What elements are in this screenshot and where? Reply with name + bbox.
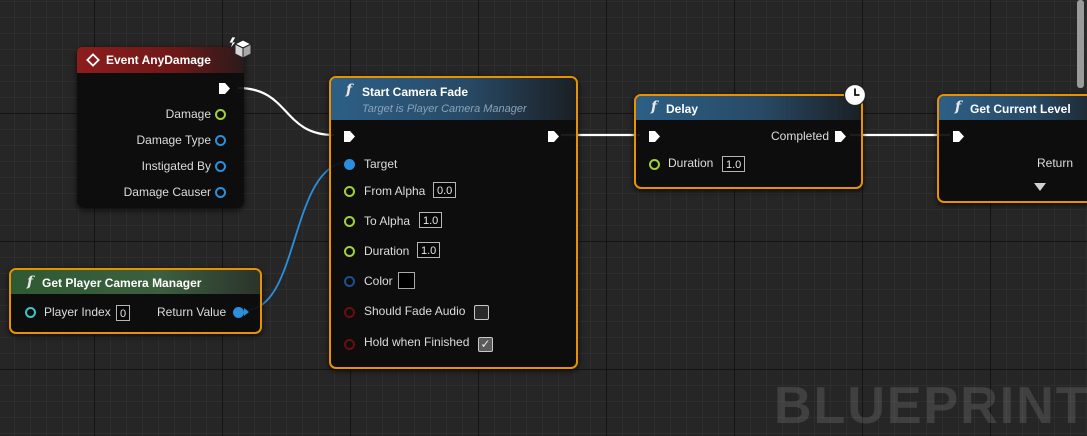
- function-icon: f: [955, 99, 962, 115]
- fade-node-subtitle: Target is Player Camera Manager: [362, 103, 527, 115]
- level-return-label: Return: [1037, 156, 1074, 170]
- from-alpha-label: From Alpha: [364, 184, 426, 198]
- advanced-pins-arrow-icon[interactable]: [1034, 183, 1046, 191]
- return-value-pin[interactable]: [233, 307, 244, 318]
- should-fade-audio-pin[interactable]: [344, 307, 355, 318]
- pin-arrow-icon: [244, 308, 249, 316]
- vertical-scrollbar[interactable]: [1077, 0, 1084, 88]
- target-pin[interactable]: [344, 159, 355, 170]
- damage-pin[interactable]: [215, 109, 226, 120]
- delay-node[interactable]: f Delay Completed Duration 1.0: [634, 94, 863, 189]
- instigated-by-label: Instigated By: [141, 159, 211, 173]
- clock-icon: [843, 83, 867, 107]
- function-icon: f: [651, 99, 658, 115]
- event-exec-output-pin[interactable]: [218, 82, 231, 95]
- hold-when-finished-pin[interactable]: [344, 339, 355, 350]
- fade-exec-input-pin[interactable]: [343, 130, 356, 143]
- fade-node-title: Start Camera Fade: [362, 85, 469, 99]
- replicate-cube-icon: [228, 36, 253, 59]
- player-index-pin[interactable]: [25, 307, 36, 318]
- color-pin[interactable]: [344, 276, 355, 287]
- delay-duration-label: Duration: [668, 156, 714, 170]
- level-exec-input-pin[interactable]: [952, 130, 965, 143]
- fade-exec-output-pin[interactable]: [547, 130, 560, 143]
- delay-duration-pin[interactable]: [649, 159, 660, 170]
- event-icon: [86, 53, 100, 67]
- instigated-by-pin[interactable]: [215, 161, 226, 172]
- should-fade-audio-label: Should Fade Audio: [364, 304, 466, 318]
- to-alpha-field[interactable]: 1.0: [419, 212, 443, 228]
- get-current-level-node[interactable]: f Get Current Level Return: [937, 94, 1087, 203]
- hold-when-finished-label: Hold when Finished: [364, 335, 470, 349]
- target-label: Target: [364, 157, 398, 171]
- to-alpha-label: To Alpha: [364, 214, 411, 228]
- delay-exec-input-pin[interactable]: [648, 130, 661, 143]
- from-alpha-pin[interactable]: [344, 186, 355, 197]
- damage-label: Damage: [165, 107, 211, 121]
- player-index-field[interactable]: 0: [116, 305, 131, 321]
- completed-label: Completed: [771, 129, 830, 143]
- start-camera-fade-node[interactable]: f Start Camera Fade Target is Player Cam…: [329, 76, 578, 369]
- return-value-label: Return Value: [157, 305, 227, 319]
- damage-causer-pin[interactable]: [215, 187, 226, 198]
- duration-pin[interactable]: [344, 246, 355, 257]
- exec-wire-event-to-fade: [237, 86, 335, 137]
- delay-duration-field[interactable]: 1.0: [722, 156, 746, 172]
- level-node-title: Get Current Level: [970, 102, 1071, 116]
- color-label: Color: [364, 274, 393, 288]
- damage-type-label: Damage Type: [136, 133, 212, 147]
- color-swatch[interactable]: [398, 272, 415, 289]
- function-icon: f: [346, 82, 353, 98]
- duration-field[interactable]: 1.0: [417, 242, 441, 258]
- should-fade-audio-checkbox[interactable]: [474, 305, 489, 320]
- event-node-title: Event AnyDamage: [106, 53, 211, 67]
- hold-when-finished-checkbox[interactable]: ✓: [478, 337, 493, 352]
- event-anydamage-node[interactable]: Event AnyDamage Damage Damage Type Insti…: [77, 47, 244, 208]
- damage-causer-label: Damage Causer: [123, 185, 211, 199]
- damage-type-pin[interactable]: [215, 135, 226, 146]
- completed-exec-output-pin[interactable]: [834, 130, 847, 143]
- blueprint-watermark: BLUEPRINT: [774, 377, 1087, 435]
- from-alpha-field[interactable]: 0.0: [433, 182, 457, 198]
- duration-label: Duration: [364, 244, 410, 258]
- to-alpha-pin[interactable]: [344, 216, 355, 227]
- camera-manager-node-title: Get Player Camera Manager: [42, 276, 202, 290]
- delay-node-title: Delay: [666, 102, 699, 116]
- function-icon: f: [27, 274, 34, 290]
- player-index-label: Player Index: [44, 305, 111, 319]
- get-player-camera-manager-node[interactable]: f Get Player Camera Manager Player Index…: [9, 268, 262, 334]
